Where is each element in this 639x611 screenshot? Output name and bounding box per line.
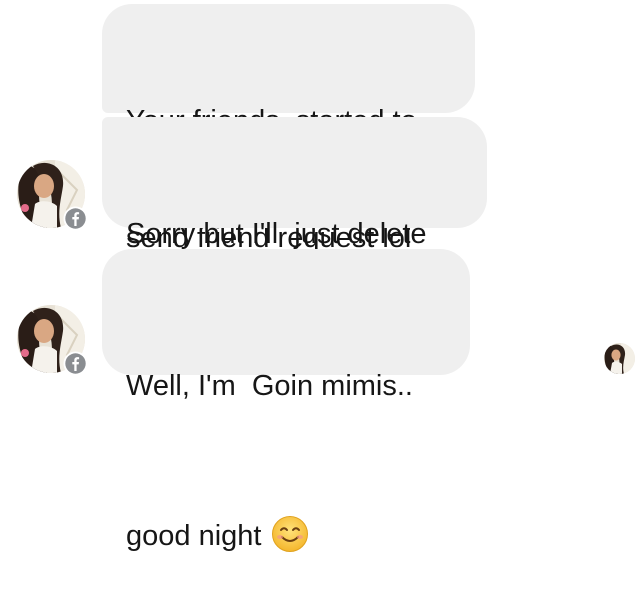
message-bubble[interactable]: Your friends started to send friend requ…	[102, 4, 475, 254]
seen-avatar	[604, 343, 635, 374]
message-text-line-with-emoji: good night	[126, 511, 446, 561]
message-bubble[interactable]: Sorry but I'll just delete them	[102, 117, 487, 367]
message-text-line: Well, I'm Goin mimis..	[126, 370, 413, 402]
smiling-face-icon	[272, 516, 309, 552]
message-text: good night	[126, 520, 262, 552]
sender-avatar[interactable]	[17, 160, 88, 231]
facebook-icon	[63, 206, 88, 231]
facebook-icon	[63, 351, 88, 376]
sender-avatar[interactable]	[17, 305, 88, 376]
message-bubble[interactable]: Well, I'm Goin mimis.. good night	[102, 249, 470, 552]
